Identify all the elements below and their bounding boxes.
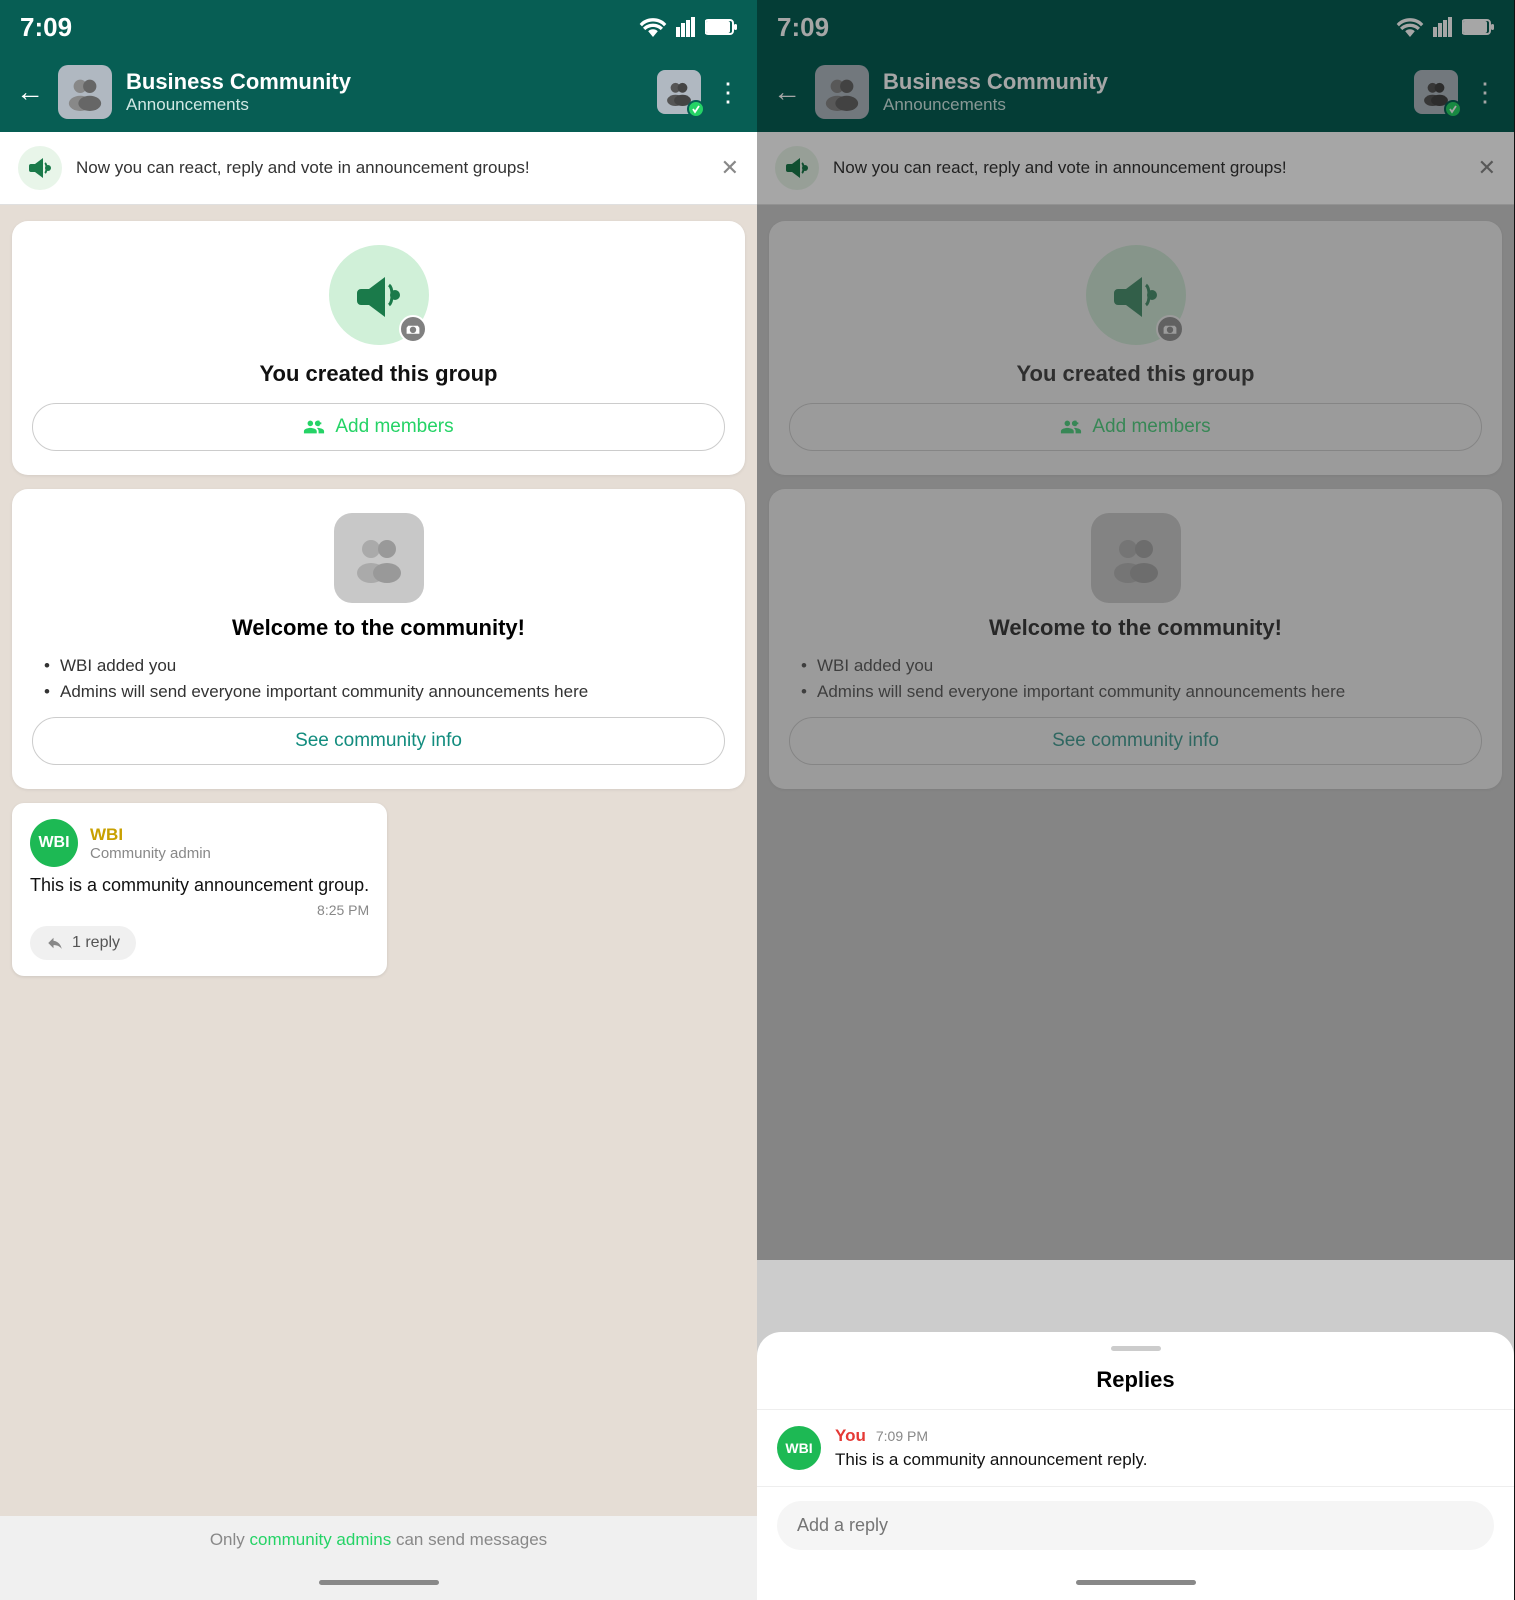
left-chat-footer: Only community admins can send messages	[0, 1516, 757, 1564]
left-banner-text: Now you can react, reply and vote in ann…	[76, 156, 707, 180]
left-dots-menu[interactable]: ⋮	[715, 77, 741, 108]
reply-time: 7:09 PM	[876, 1428, 928, 1444]
left-created-title: You created this group	[260, 361, 498, 387]
reply-text: This is a community announcement reply.	[835, 1450, 1147, 1470]
camera-icon	[405, 321, 421, 337]
left-status-time: 7:09	[20, 12, 72, 43]
left-sender-name: WBI	[90, 825, 211, 845]
battery-icon	[705, 18, 737, 36]
community-group-icon	[350, 529, 408, 587]
reply-input[interactable]	[777, 1501, 1494, 1550]
reply-content: You 7:09 PM This is a community announce…	[835, 1426, 1147, 1470]
left-footer-text: Only	[210, 1530, 250, 1549]
megaphone-icon	[26, 154, 54, 182]
left-chat-body: You created this group Add members Welco	[0, 205, 757, 1516]
left-sender-role: Community admin	[90, 845, 211, 862]
left-status-bar: 7:09	[0, 0, 757, 52]
left-bullet-1: WBI added you	[40, 653, 725, 679]
left-community-title: Welcome to the community!	[232, 615, 525, 641]
left-home-bar	[319, 1580, 439, 1585]
reply-sender-row: You 7:09 PM	[835, 1426, 1147, 1446]
left-banner-close[interactable]: ✕	[721, 155, 739, 181]
left-header-title: Business Community	[126, 69, 643, 95]
left-green-check	[687, 100, 705, 118]
left-community-list: WBI added you Admins will send everyone …	[32, 653, 725, 705]
left-sender-row: WBI WBI Community admin	[30, 819, 369, 867]
left-group-avatar-large[interactable]	[329, 245, 429, 345]
signal-icon	[675, 17, 697, 37]
left-message-bubble: WBI WBI Community admin This is a commun…	[12, 803, 387, 976]
reply-avatar: WBI	[777, 1426, 821, 1470]
left-community-icon	[334, 513, 424, 603]
right-panel: 7:09 ← Business Community Announcements	[757, 0, 1514, 1600]
left-header-info: Business Community Announcements	[126, 69, 643, 115]
left-message-time: 8:25 PM	[30, 902, 369, 918]
left-status-icons	[639, 17, 737, 37]
replies-title: Replies	[757, 1367, 1514, 1410]
reply-item: WBI You 7:09 PM This is a community anno…	[757, 1410, 1514, 1486]
left-panel: 7:09 ← Business Community Announcements	[0, 0, 757, 1600]
left-wbi-avatar: WBI	[30, 819, 78, 867]
left-header-subtitle: Announcements	[126, 95, 643, 115]
right-home-bar	[1076, 1580, 1196, 1585]
left-chat-header: ← Business Community Announcements	[0, 52, 757, 132]
camera-badge-icon	[399, 315, 427, 343]
left-see-community-button[interactable]: See community info	[32, 717, 725, 765]
left-home-indicator	[0, 1564, 757, 1600]
left-message-text: This is a community announcement group.	[30, 875, 369, 896]
sheet-handle	[1111, 1346, 1161, 1351]
left-sender-info: WBI Community admin	[90, 825, 211, 862]
left-header-avatar-small[interactable]	[657, 70, 701, 114]
add-members-label: Add members	[335, 416, 453, 438]
right-dim-overlay	[757, 0, 1514, 1260]
left-back-button[interactable]: ←	[16, 76, 44, 108]
left-created-group-card: You created this group Add members	[12, 221, 745, 475]
wifi-icon	[639, 17, 667, 37]
right-home-indicator	[757, 1564, 1514, 1600]
reply-icon	[46, 934, 64, 952]
reply-sender-name: You	[835, 1426, 866, 1446]
left-bullet-2: Admins will send everyone important comm…	[40, 679, 725, 705]
left-community-card: Welcome to the community! WBI added you …	[12, 489, 745, 789]
group-avatar-icon	[66, 73, 104, 111]
left-header-avatar	[58, 65, 112, 119]
reply-input-area	[757, 1486, 1514, 1564]
left-speaker-icon	[18, 146, 62, 190]
left-footer-text2: can send messages	[391, 1530, 547, 1549]
left-announcement-banner: Now you can react, reply and vote in ann…	[0, 132, 757, 205]
left-reply-chip[interactable]: 1 reply	[30, 926, 136, 960]
replies-sheet: Replies WBI You 7:09 PM This is a commun…	[757, 1332, 1514, 1600]
reply-label: 1 reply	[72, 934, 120, 952]
megaphone-large-icon	[351, 267, 407, 323]
add-person-icon	[303, 416, 325, 438]
left-footer-highlight[interactable]: community admins	[250, 1530, 392, 1549]
left-header-right: ⋮	[657, 70, 741, 114]
left-add-members-button[interactable]: Add members	[32, 403, 725, 451]
